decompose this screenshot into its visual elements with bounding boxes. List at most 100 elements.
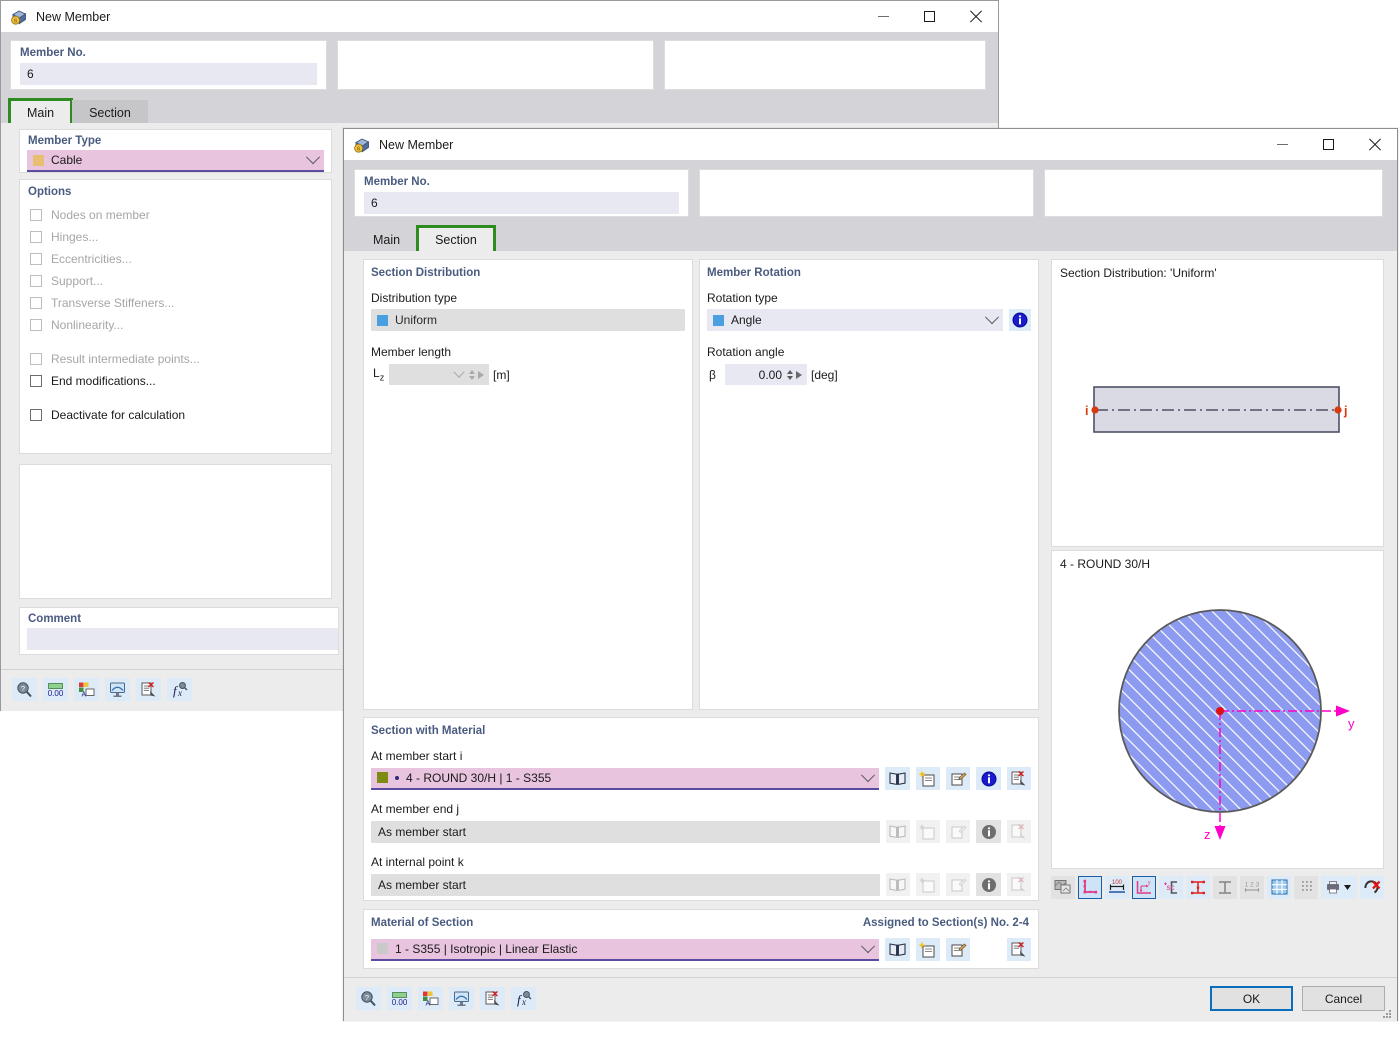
info-icon[interactable]: [1009, 309, 1031, 331]
minimize-button-back[interactable]: [860, 1, 906, 32]
member-type-color-swatch: [33, 154, 44, 166]
tab-section-front[interactable]: Section: [416, 225, 496, 256]
numbering-icon[interactable]: 1 2 3: [1240, 875, 1264, 899]
option-label: Result intermediate points...: [51, 352, 200, 366]
svg-text:y: y: [1348, 716, 1355, 731]
option-nonlinearity[interactable]: Nonlinearity...: [30, 314, 331, 336]
checkbox-icon[interactable]: [30, 275, 42, 287]
svg-text:y: y: [1148, 880, 1151, 886]
render-icon[interactable]: [1051, 875, 1075, 899]
checkbox-icon[interactable]: [30, 353, 42, 365]
decimal-places-icon[interactable]: 0.00: [387, 987, 412, 1010]
library-icon[interactable]: [885, 938, 910, 961]
option-deactivate-for-calculation[interactable]: Deactivate for calculation: [30, 404, 331, 426]
ok-button[interactable]: OK: [1210, 986, 1293, 1011]
expand-arrow-icon: [478, 370, 484, 379]
svg-text:i: i: [1085, 404, 1088, 418]
delete-doc-icon[interactable]: [480, 987, 505, 1010]
spinner-arrows[interactable]: [787, 369, 793, 380]
material-dropdown[interactable]: 1 - S355 | Isotropic | Linear Elastic: [371, 938, 880, 961]
rotation-angle-spinner[interactable]: [787, 364, 807, 385]
member-length-spinner[interactable]: [469, 364, 489, 385]
maximize-button-back[interactable]: [906, 1, 952, 32]
axis-system-icon[interactable]: y: [1132, 875, 1156, 899]
formula-icon[interactable]: fx: [511, 987, 536, 1010]
svg-text:x: x: [177, 688, 182, 698]
library-icon[interactable]: [885, 767, 910, 790]
display-properties-icon[interactable]: A: [74, 678, 99, 701]
option-hinges[interactable]: Hinges...: [30, 226, 331, 248]
new-material-icon[interactable]: [915, 938, 941, 961]
comment-input[interactable]: [27, 628, 338, 650]
spinner-arrows[interactable]: [469, 369, 475, 380]
dialog-title-back: New Member: [36, 9, 111, 24]
rotation-angle-value: 0.00: [758, 367, 782, 382]
chevron-down-icon: [305, 150, 321, 165]
section-start-dropdown[interactable]: 4 - ROUND 30/H | 1 - S355: [371, 767, 880, 790]
section-internal-label: At internal point k: [371, 855, 464, 869]
resize-gripper[interactable]: [1383, 1008, 1393, 1018]
rotation-type-dropdown[interactable]: Angle: [707, 309, 1003, 331]
section-shape-preview: 4 - ROUND 30/H y z: [1051, 550, 1384, 869]
maximize-button-front[interactable]: [1305, 129, 1351, 160]
svg-text:0.00: 0.00: [48, 689, 64, 698]
shear-center-icon[interactable]: sc: [1159, 875, 1183, 899]
section-with-material-title: Section with Material: [371, 725, 486, 737]
info-icon[interactable]: [976, 767, 1001, 790]
print-icon[interactable]: [1321, 875, 1357, 899]
checkbox-icon[interactable]: [30, 319, 42, 331]
grid-icon[interactable]: [1267, 875, 1291, 899]
checkbox-icon[interactable]: [30, 209, 42, 221]
formula-icon[interactable]: fx: [167, 678, 192, 701]
delete-doc-icon[interactable]: [136, 678, 161, 701]
option-support[interactable]: Support...: [30, 270, 331, 292]
edit-material-icon[interactable]: [946, 938, 971, 961]
option-result-intermediate-points[interactable]: Result intermediate points...: [30, 348, 331, 370]
stiffener-dims-icon[interactable]: [1186, 875, 1210, 899]
checkbox-icon[interactable]: [30, 297, 42, 309]
edit-section-icon[interactable]: [946, 767, 971, 790]
option-transverse-stiffeners[interactable]: Transverse Stiffeners...: [30, 292, 331, 314]
new-section-icon[interactable]: [915, 767, 941, 790]
option-end-modifications[interactable]: End modifications...: [30, 370, 331, 392]
section-bullet-icon: [395, 775, 399, 780]
points-icon[interactable]: [1294, 875, 1318, 899]
help-search-icon[interactable]: ?: [356, 987, 381, 1010]
total-dimension-icon[interactable]: 100: [1105, 875, 1129, 899]
info-icon: [976, 820, 1001, 843]
checkbox-icon[interactable]: [30, 375, 42, 387]
view-mode-icon[interactable]: [105, 678, 130, 701]
new-section-icon: [915, 873, 941, 896]
member-no-input-front[interactable]: 6: [364, 192, 679, 214]
tab-main-front[interactable]: Main: [356, 227, 418, 254]
dimensions-corner-icon[interactable]: [1078, 875, 1102, 899]
member-length-input[interactable]: [389, 364, 469, 385]
rotation-type-label: Rotation type: [707, 291, 778, 305]
checkbox-icon[interactable]: [30, 409, 42, 421]
cancel-button[interactable]: Cancel: [1302, 986, 1385, 1011]
minimize-button-front[interactable]: [1259, 129, 1305, 160]
delete-icon[interactable]: [1006, 767, 1031, 790]
option-eccentricities[interactable]: Eccentricities...: [30, 248, 331, 270]
distribution-type-dropdown[interactable]: Uniform: [371, 309, 685, 331]
rotation-angle-input[interactable]: 0.00: [725, 364, 787, 385]
section-start-value: 4 - ROUND 30/H | 1 - S355: [406, 770, 552, 785]
svg-text:sc: sc: [1167, 883, 1175, 892]
material-of-section-title: Material of Section: [371, 917, 474, 929]
close-button-back[interactable]: [952, 1, 998, 32]
member-type-dropdown[interactable]: Cable: [27, 150, 324, 172]
decimal-places-icon[interactable]: 0.00: [43, 678, 68, 701]
distribution-type-color-swatch: [377, 314, 388, 326]
svg-text:j: j: [1343, 404, 1347, 418]
display-properties-icon[interactable]: A: [418, 987, 443, 1010]
close-button-front[interactable]: [1351, 129, 1397, 160]
checkbox-icon[interactable]: [30, 253, 42, 265]
checkbox-icon[interactable]: [30, 231, 42, 243]
option-nodes-on-member[interactable]: Nodes on member: [30, 204, 331, 226]
member-no-input-back[interactable]: 6: [20, 63, 317, 85]
view-mode-icon[interactable]: [449, 987, 474, 1010]
delete-icon[interactable]: [1006, 938, 1031, 961]
profile-outline-icon[interactable]: [1213, 875, 1237, 899]
clear-selection-icon[interactable]: [1360, 875, 1384, 899]
help-search-icon[interactable]: ?: [12, 678, 37, 701]
